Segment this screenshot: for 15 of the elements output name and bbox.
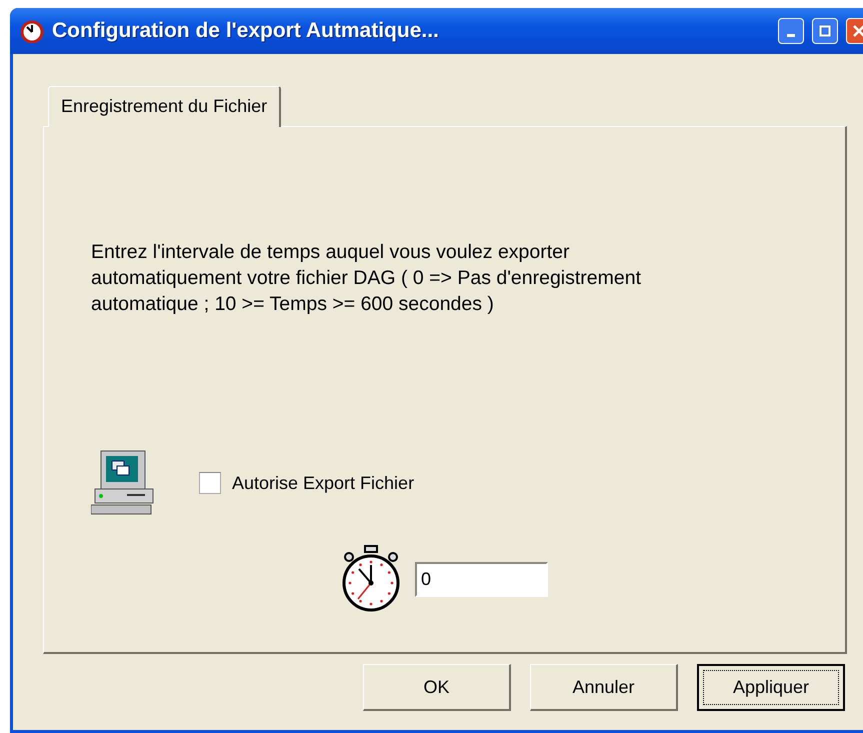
checkbox-label: Autorise Export Fichier <box>232 472 414 494</box>
dialog-button[interactable]: Annuler <box>530 664 678 711</box>
tab[interactable]: Enregistrement du Fichier <box>48 86 282 127</box>
window-title: Configuration de l'export Autmatique... <box>52 19 440 43</box>
minimize-icon <box>787 34 795 36</box>
interval-field[interactable]: 0 <box>415 562 548 596</box>
dialog-button[interactable]: Appliquer <box>697 664 845 711</box>
description-text: Entrez l'intervale de temps auquel vous voulez exporter automatiquement votre fichier DAG ( 0 => Pas d'enregistrement automatique ; 10 >= Temps >= 600 secondes ) <box>91 240 642 317</box>
minimize-button[interactable] <box>778 18 804 44</box>
stopwatch-icon <box>20 19 44 43</box>
checkbox[interactable] <box>199 472 221 494</box>
maximize-icon <box>819 25 831 37</box>
close-icon <box>853 25 863 37</box>
dialog-button[interactable]: OK <box>363 664 511 711</box>
maximize-button[interactable] <box>812 18 838 44</box>
